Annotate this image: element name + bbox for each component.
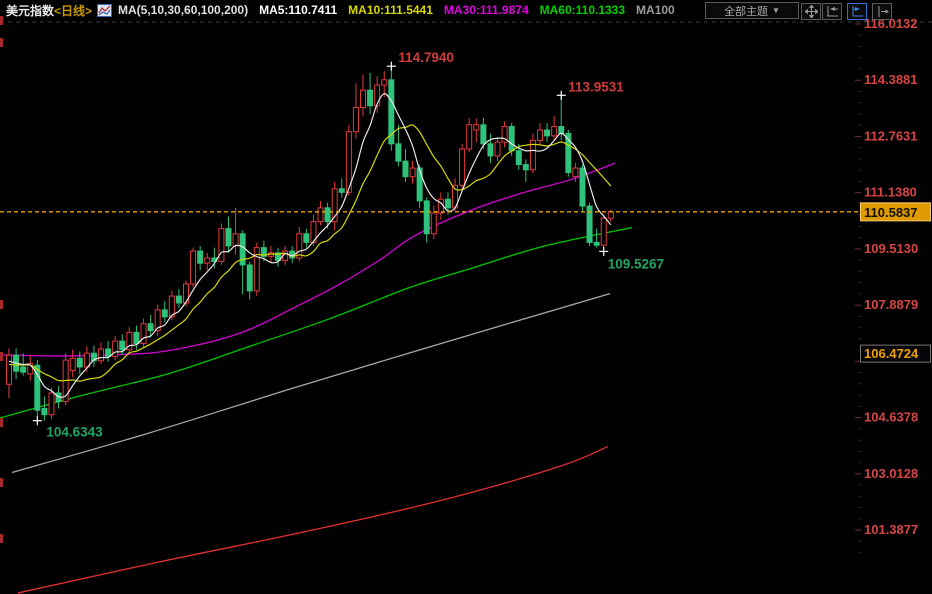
theme-dropdown[interactable]: 全部主题 ▼	[705, 2, 799, 19]
ma-legend-item: MA(5,10,30,60,100,200)	[118, 3, 248, 17]
pan-icon[interactable]	[801, 3, 821, 20]
price-annotation: 113.9531	[557, 79, 625, 100]
ma-legend-item: MA5:110.7411	[259, 3, 337, 17]
ma-legend-item: MA30:111.9874	[444, 3, 529, 17]
left-edge-clipped-mark	[0, 478, 3, 487]
y-axis-ticks	[855, 24, 861, 553]
svg-text:109.5267: 109.5267	[608, 256, 664, 271]
ma-legend-item: MA60:110.1333	[540, 3, 625, 17]
ma100-line	[12, 294, 610, 473]
svg-text:110.5837: 110.5837	[864, 205, 918, 220]
y-axis-label: 107.8879	[864, 297, 918, 312]
chevron-down-icon: ▼	[772, 6, 780, 15]
chart-topbar: 美元指数<日线> MA(5,10,30,60,100,200) MA5:110.7…	[0, 0, 932, 20]
svg-text:114.7940: 114.7940	[398, 50, 454, 65]
chart-type-icon[interactable]	[97, 4, 112, 17]
period-label: <日线>	[54, 2, 92, 19]
candlestick-chart[interactable]: 116.0132114.3881112.7631111.1380109.5130…	[0, 0, 932, 594]
theme-dropdown-label: 全部主题	[724, 3, 768, 19]
y-axis-label: 104.6378	[864, 410, 918, 425]
y-axis-label: 111.1380	[864, 185, 917, 200]
left-edge-clipped-mark	[0, 38, 3, 47]
svg-text:106.4724: 106.4724	[864, 346, 919, 361]
y-axis-label: 103.0128	[864, 466, 918, 481]
axis-left-icon[interactable]	[822, 3, 842, 20]
ma200-line	[18, 447, 608, 593]
svg-text:104.6343: 104.6343	[46, 425, 103, 440]
y-axis-label: 114.3881	[864, 72, 918, 87]
ma-legend-item: MA10:111.5441	[348, 3, 433, 17]
left-edge-clipped-mark	[0, 418, 3, 427]
chart-app: 116.0132114.3881112.7631111.1380109.5130…	[0, 0, 932, 594]
price-annotation: 114.7940	[387, 50, 454, 71]
secondary-price-label: 106.4724	[861, 345, 931, 362]
svg-text:113.9531: 113.9531	[568, 79, 624, 94]
axis-shift-icon[interactable]	[872, 3, 892, 20]
price-annotation: 109.5267	[599, 247, 664, 271]
y-axis-label: 112.7631	[864, 128, 918, 143]
left-edge-clipped-mark	[0, 534, 3, 543]
y-axis-label: 109.5130	[864, 241, 918, 256]
ma-legend: MA(5,10,30,60,100,200) MA5:110.7411 MA10:1…	[118, 2, 675, 18]
title-group: 美元指数<日线>	[6, 2, 112, 18]
ma-legend-item: MA100	[636, 3, 675, 17]
instrument-title: 美元指数	[6, 2, 54, 19]
candles	[7, 66, 614, 420]
left-edge-clipped-mark	[0, 300, 3, 309]
price-annotation: 104.6343	[33, 416, 103, 440]
y-axis-labels: 116.0132114.3881112.7631111.1380109.5130…	[864, 16, 918, 537]
ma60-line	[0, 228, 632, 418]
last-price-label: 110.5837	[861, 203, 931, 221]
left-edge-clipped-mark	[0, 352, 3, 361]
axis-right-icon[interactable]	[847, 3, 867, 20]
y-axis-label: 101.3877	[864, 522, 918, 537]
